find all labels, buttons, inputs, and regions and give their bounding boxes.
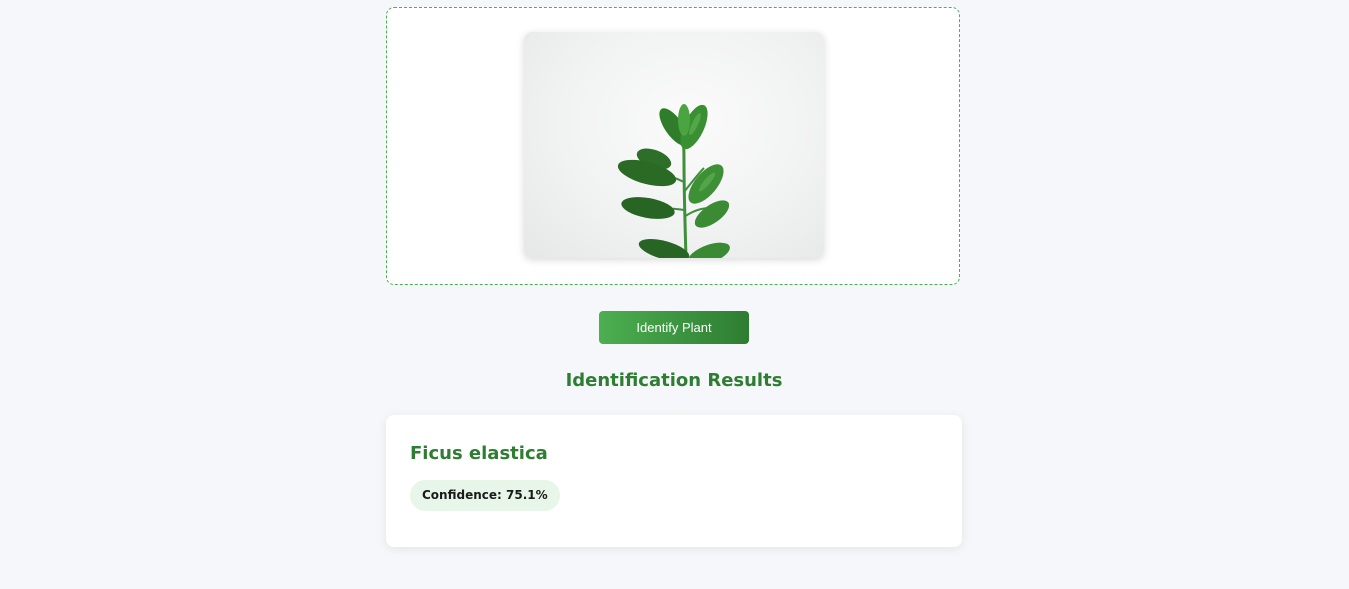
image-upload-area[interactable] <box>386 7 960 285</box>
results-heading: Identification Results <box>565 370 783 391</box>
plant-name: Ficus elastica <box>410 443 548 464</box>
result-card: Ficus elastica Confidence: 75.1% <box>386 415 962 547</box>
plant-photo <box>617 104 730 258</box>
plant-image-preview <box>524 32 824 258</box>
confidence-badge: Confidence: 75.1% <box>410 480 560 511</box>
identify-plant-button[interactable]: Identify Plant <box>599 311 749 344</box>
